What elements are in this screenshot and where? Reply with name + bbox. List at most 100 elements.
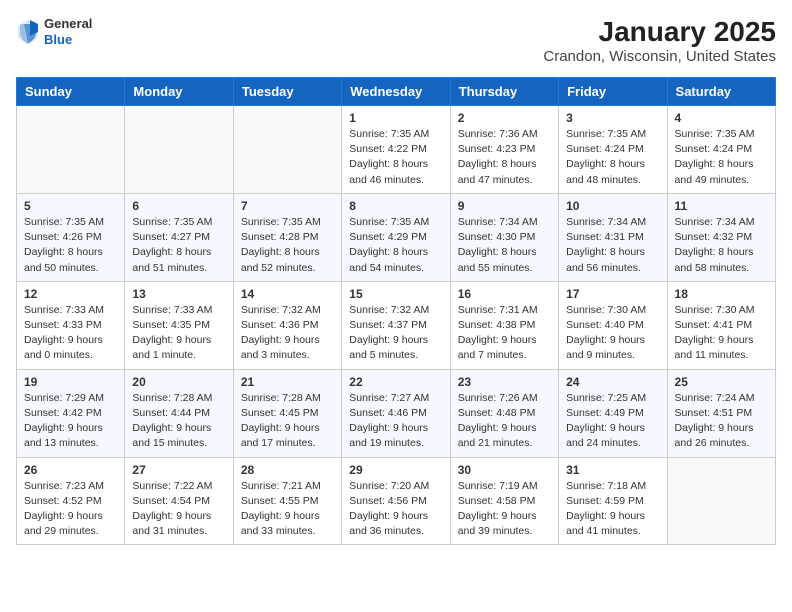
day-number: 6 [132,199,225,213]
page-subtitle: Crandon, Wisconsin, United States [543,48,776,65]
title-block: January 2025 Crandon, Wisconsin, United … [543,16,776,65]
logo-blue: Blue [44,32,92,48]
day-number: 25 [675,375,768,389]
day-info: Sunrise: 7:33 AMSunset: 4:35 PMDaylight:… [132,303,225,364]
day-number: 24 [566,375,659,389]
day-info: Sunrise: 7:30 AMSunset: 4:40 PMDaylight:… [566,303,659,364]
day-info: Sunrise: 7:23 AMSunset: 4:52 PMDaylight:… [24,479,117,540]
day-number: 22 [349,375,442,389]
logo-text: General Blue [44,16,92,47]
day-number: 10 [566,199,659,213]
day-info: Sunrise: 7:21 AMSunset: 4:55 PMDaylight:… [241,479,334,540]
day-number: 19 [24,375,117,389]
day-number: 18 [675,287,768,301]
calendar-header-tuesday: Tuesday [233,78,341,106]
calendar-cell: 18Sunrise: 7:30 AMSunset: 4:41 PMDayligh… [667,281,775,369]
page-header: General Blue January 2025 Crandon, Wisco… [16,16,776,65]
day-number: 2 [458,111,551,125]
day-number: 11 [675,199,768,213]
day-number: 12 [24,287,117,301]
calendar-cell: 1 Sunrise: 7:35 AMSunset: 4:22 PMDaylight… [342,106,450,194]
day-info: Sunrise: 7:35 AMSunset: 4:29 PMDaylight:… [349,215,442,276]
day-number: 27 [132,463,225,477]
calendar-cell: 27 Sunrise: 7:22 AMSunset: 4:54 PMDayligh… [125,457,233,545]
day-info: Sunrise: 7:35 AMSunset: 4:24 PMDaylight:… [675,127,768,188]
calendar-week-row: 1 Sunrise: 7:35 AMSunset: 4:22 PMDaylight… [17,106,776,194]
day-number: 28 [241,463,334,477]
calendar-cell: 25 Sunrise: 7:24 AMSunset: 4:51 PMDayligh… [667,369,775,457]
day-info: Sunrise: 7:35 AMSunset: 4:27 PMDaylight:… [132,215,225,276]
day-info: Sunrise: 7:22 AMSunset: 4:54 PMDaylight:… [132,479,225,540]
day-info: Sunrise: 7:18 AMSunset: 4:59 PMDaylight:… [566,479,659,540]
calendar-header-sunday: Sunday [17,78,125,106]
calendar-week-row: 26 Sunrise: 7:23 AMSunset: 4:52 PMDayligh… [17,457,776,545]
day-number: 7 [241,199,334,213]
calendar-header-thursday: Thursday [450,78,558,106]
day-info: Sunrise: 7:33 AMSunset: 4:33 PMDaylight:… [24,303,117,364]
day-number: 5 [24,199,117,213]
calendar-cell: 28 Sunrise: 7:21 AMSunset: 4:55 PMDayligh… [233,457,341,545]
day-info: Sunrise: 7:35 AMSunset: 4:28 PMDaylight:… [241,215,334,276]
calendar-cell: 6 Sunrise: 7:35 AMSunset: 4:27 PMDaylight… [125,193,233,281]
day-info: Sunrise: 7:28 AMSunset: 4:44 PMDaylight:… [132,391,225,452]
calendar-cell: 30 Sunrise: 7:19 AMSunset: 4:58 PMDayligh… [450,457,558,545]
logo-icon [16,18,40,46]
day-number: 30 [458,463,551,477]
logo-general: General [44,16,92,32]
day-number: 15 [349,287,442,301]
calendar-week-row: 19Sunrise: 7:29 AMSunset: 4:42 PMDayligh… [17,369,776,457]
calendar-cell: 10 Sunrise: 7:34 AMSunset: 4:31 PMDayligh… [559,193,667,281]
day-number: 8 [349,199,442,213]
day-info: Sunrise: 7:26 AMSunset: 4:48 PMDaylight:… [458,391,551,452]
calendar-cell: 11 Sunrise: 7:34 AMSunset: 4:32 PMDayligh… [667,193,775,281]
calendar-cell [233,106,341,194]
day-info: Sunrise: 7:35 AMSunset: 4:24 PMDaylight:… [566,127,659,188]
day-info: Sunrise: 7:35 AMSunset: 4:26 PMDaylight:… [24,215,117,276]
calendar-cell: 14Sunrise: 7:32 AMSunset: 4:36 PMDayligh… [233,281,341,369]
day-info: Sunrise: 7:31 AMSunset: 4:38 PMDaylight:… [458,303,551,364]
calendar-header-friday: Friday [559,78,667,106]
day-number: 17 [566,287,659,301]
logo: General Blue [16,16,92,47]
day-info: Sunrise: 7:32 AMSunset: 4:37 PMDaylight:… [349,303,442,364]
day-number: 31 [566,463,659,477]
calendar-cell: 23 Sunrise: 7:26 AMSunset: 4:48 PMDayligh… [450,369,558,457]
day-number: 13 [132,287,225,301]
day-number: 16 [458,287,551,301]
day-number: 21 [241,375,334,389]
day-number: 1 [349,111,442,125]
day-info: Sunrise: 7:34 AMSunset: 4:32 PMDaylight:… [675,215,768,276]
calendar-cell: 16 Sunrise: 7:31 AMSunset: 4:38 PMDayligh… [450,281,558,369]
calendar-cell: 9Sunrise: 7:34 AMSunset: 4:30 PMDaylight… [450,193,558,281]
calendar-cell: 29Sunrise: 7:20 AMSunset: 4:56 PMDayligh… [342,457,450,545]
day-info: Sunrise: 7:25 AMSunset: 4:49 PMDaylight:… [566,391,659,452]
calendar-header-row: SundayMondayTuesdayWednesdayThursdayFrid… [17,78,776,106]
calendar-cell [667,457,775,545]
day-info: Sunrise: 7:36 AMSunset: 4:23 PMDaylight:… [458,127,551,188]
day-info: Sunrise: 7:35 AMSunset: 4:22 PMDaylight:… [349,127,442,188]
day-info: Sunrise: 7:27 AMSunset: 4:46 PMDaylight:… [349,391,442,452]
calendar-table: SundayMondayTuesdayWednesdayThursdayFrid… [16,77,776,545]
page-title: January 2025 [543,16,776,48]
calendar-cell: 5 Sunrise: 7:35 AMSunset: 4:26 PMDaylight… [17,193,125,281]
calendar-week-row: 5 Sunrise: 7:35 AMSunset: 4:26 PMDaylight… [17,193,776,281]
calendar-cell: 2 Sunrise: 7:36 AMSunset: 4:23 PMDaylight… [450,106,558,194]
calendar-cell: 4Sunrise: 7:35 AMSunset: 4:24 PMDaylight… [667,106,775,194]
day-info: Sunrise: 7:19 AMSunset: 4:58 PMDaylight:… [458,479,551,540]
calendar-week-row: 12 Sunrise: 7:33 AMSunset: 4:33 PMDayligh… [17,281,776,369]
calendar-header-saturday: Saturday [667,78,775,106]
day-number: 9 [458,199,551,213]
day-number: 14 [241,287,334,301]
day-number: 3 [566,111,659,125]
calendar-cell: 13 Sunrise: 7:33 AMSunset: 4:35 PMDayligh… [125,281,233,369]
day-info: Sunrise: 7:20 AMSunset: 4:56 PMDaylight:… [349,479,442,540]
day-info: Sunrise: 7:28 AMSunset: 4:45 PMDaylight:… [241,391,334,452]
day-info: Sunrise: 7:24 AMSunset: 4:51 PMDaylight:… [675,391,768,452]
day-number: 23 [458,375,551,389]
calendar-cell: 26 Sunrise: 7:23 AMSunset: 4:52 PMDayligh… [17,457,125,545]
calendar-cell: 17 Sunrise: 7:30 AMSunset: 4:40 PMDayligh… [559,281,667,369]
day-number: 26 [24,463,117,477]
day-info: Sunrise: 7:34 AMSunset: 4:31 PMDaylight:… [566,215,659,276]
calendar-header-monday: Monday [125,78,233,106]
calendar-cell [17,106,125,194]
